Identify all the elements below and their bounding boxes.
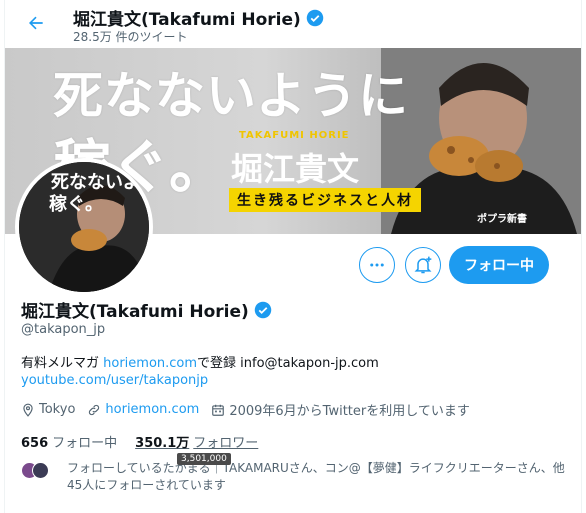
bio-link-horiemon[interactable]: horiemon.com — [103, 356, 197, 371]
location-text: Tokyo — [39, 402, 76, 417]
following-count: 656 — [21, 436, 49, 451]
calendar-icon — [212, 404, 225, 416]
verified-badge-icon — [254, 301, 272, 318]
profile-display-name: 堀江貴文(Takafumi Horie) — [21, 302, 249, 322]
followers-count: 350.1万 — [135, 436, 190, 451]
banner-author-jp: 堀江貴文 — [231, 150, 360, 188]
verified-badge-icon — [306, 9, 324, 26]
followed-by-text: フォローしているたかまる｜TAKAMARUさん、コン@【夢健】ライフクリエーター… — [67, 461, 565, 492]
header-title: 堀江貴文(Takafumi Horie) — [73, 5, 324, 30]
bio-link-youtube[interactable]: youtube.com/user/takaponjp — [21, 373, 208, 388]
follow-stats: 656 フォロー中 350.1万 フォロワー — [21, 432, 276, 451]
avatar-text-line2: 稼ぐ。 — [49, 194, 103, 215]
following-button[interactable]: フォロー中 — [449, 246, 549, 284]
profile-handle: @takapon_jp — [21, 322, 106, 337]
back-arrow-icon — [29, 16, 43, 30]
bio-suffix: で登録 info@takapon-jp.com — [197, 356, 379, 371]
profile-page: 堀江貴文(Takafumi Horie) 28.5万 件のツイート 死なないよう… — [4, 0, 582, 513]
followers-label: フォロワー — [193, 436, 259, 451]
bio-line2: youtube.com/user/takaponjp — [21, 373, 208, 388]
bio-prefix: 有料メルマガ — [21, 356, 104, 371]
profile-meta: Tokyo horiemon.com 2009年6月からTwitterを利用して… — [21, 400, 482, 419]
more-button[interactable] — [359, 247, 395, 283]
tweet-count: 28.5万 件のツイート — [73, 30, 188, 44]
join-date: 2009年6月からTwitterを利用しています — [211, 400, 470, 419]
header-name: 堀江貴文(Takafumi Horie) — [73, 10, 301, 30]
avatar[interactable]: 死なないように 稼ぐ。 — [15, 158, 153, 296]
mini-avatar — [32, 462, 49, 479]
followed-by[interactable]: フォローしているたかまる｜TAKAMARUさん、コン@【夢健】ライフクリエーター… — [21, 460, 569, 494]
bio-line1: 有料メルマガ horiemon.comで登録 info@takapon-jp.c… — [21, 352, 379, 371]
profile-header: 堀江貴文(Takafumi Horie) 28.5万 件のツイート — [5, 0, 581, 48]
location: Tokyo — [21, 402, 75, 417]
following-stat[interactable]: 656 フォロー中 — [21, 432, 117, 451]
banner-tagline: 生き残るビジネスと人材 — [229, 188, 421, 212]
location-pin-icon — [23, 403, 33, 417]
followers-you-know-avatars — [21, 462, 61, 480]
notifications-button[interactable] — [405, 247, 441, 283]
join-date-text: 2009年6月からTwitterを利用しています — [229, 404, 470, 419]
link-icon — [89, 404, 100, 415]
banner-publisher: ポプラ新書 — [477, 214, 527, 225]
followers-tooltip: 3,501,000 — [177, 453, 231, 465]
website: horiemon.com — [87, 402, 199, 417]
banner-title-line1: 死なないように — [53, 67, 409, 125]
followers-stat[interactable]: 350.1万 フォロワー — [135, 432, 258, 451]
banner-author-en: TAKAFUMI HORIE — [239, 130, 350, 141]
back-button[interactable] — [19, 6, 53, 40]
following-label: フォロー中 — [52, 436, 118, 451]
bell-plus-icon — [414, 256, 432, 274]
more-dots-icon — [370, 263, 384, 267]
profile-name: 堀江貴文(Takafumi Horie) — [21, 297, 272, 322]
website-link[interactable]: horiemon.com — [105, 402, 199, 417]
